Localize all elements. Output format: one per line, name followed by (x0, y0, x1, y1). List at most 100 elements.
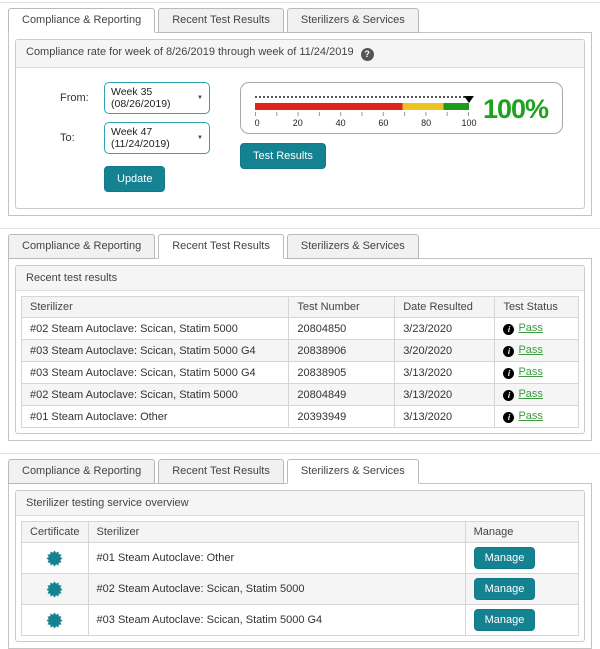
sterilizer-cell: #01 Steam Autoclave: Other (22, 406, 289, 428)
table-row: #01 Steam Autoclave: Other 20393949 3/13… (22, 406, 579, 428)
certificate-seal-icon[interactable] (46, 612, 63, 629)
gauge-pointer-icon (464, 96, 474, 103)
from-week-value: Week 35 (08/26/2019) (111, 86, 193, 110)
col-header-date-resulted: Date Resulted (395, 297, 495, 318)
table-row: #02 Steam Autoclave: Scican, Statim 5000… (22, 318, 579, 340)
tab-recent-test-results[interactable]: Recent Test Results (158, 234, 284, 259)
sterilizer-cell: #01 Steam Autoclave: Other (88, 543, 465, 574)
tab-recent-test-results[interactable]: Recent Test Results (158, 8, 284, 33)
sterilizer-cell: #02 Steam Autoclave: Scican, Statim 5000 (22, 318, 289, 340)
date-resulted-cell: 3/13/2020 (395, 362, 495, 384)
manage-cell: Manage (465, 605, 578, 636)
recent-tests-header: Recent test results (16, 266, 584, 291)
to-week-value: Week 47 (11/24/2019) (111, 126, 193, 150)
chevron-down-icon: ▼ (197, 135, 203, 141)
manage-button[interactable]: Manage (474, 547, 536, 569)
test-status-cell: i Pass (495, 362, 579, 384)
sterilizer-cell: #03 Steam Autoclave: Scican, Statim 5000… (22, 362, 289, 384)
compliance-panel: Compliance rate for week of 8/26/2019 th… (8, 32, 592, 216)
manage-cell: Manage (465, 543, 578, 574)
sterilizer-cell: #02 Steam Autoclave: Scican, Statim 5000 (22, 384, 289, 406)
compliance-widget: Compliance & Reporting Recent Test Resul… (0, 2, 600, 216)
certificate-seal-icon[interactable] (46, 550, 63, 567)
table-row: #03 Steam Autoclave: Scican, Statim 5000… (22, 605, 579, 636)
test-number-cell: 20804849 (289, 384, 395, 406)
test-results-button[interactable]: Test Results (240, 143, 326, 169)
tab-recent-test-results[interactable]: Recent Test Results (158, 459, 284, 484)
pass-link[interactable]: Pass (518, 322, 542, 334)
update-button[interactable]: Update (104, 166, 165, 192)
pass-link[interactable]: Pass (518, 344, 542, 356)
col-header-sterilizer: Sterilizer (22, 297, 289, 318)
date-resulted-cell: 3/23/2020 (395, 318, 495, 340)
gauge-color-bar (255, 103, 469, 110)
col-header-test-number: Test Number (289, 297, 395, 318)
certificate-cell (22, 605, 89, 636)
tabbar: Compliance & Reporting Recent Test Resul… (8, 234, 592, 259)
test-status-cell: i Pass (495, 384, 579, 406)
tab-compliance-reporting[interactable]: Compliance & Reporting (8, 8, 155, 33)
test-number-cell: 20804850 (289, 318, 395, 340)
tick-label: 60 (378, 118, 388, 128)
table-row: #03 Steam Autoclave: Scican, Statim 5000… (22, 362, 579, 384)
info-icon[interactable]: i (503, 368, 514, 379)
gauge-target-line (255, 96, 469, 98)
tabbar: Compliance & Reporting Recent Test Resul… (8, 8, 592, 33)
recent-tests-widget: Compliance & Reporting Recent Test Resul… (0, 228, 600, 441)
compliance-rate-title: Compliance rate for week of 8/26/2019 th… (26, 46, 354, 58)
gauge-tick-labels: 0 20 40 60 80 100 (255, 118, 469, 129)
test-status-cell: i Pass (495, 340, 579, 362)
tab-sterilizers-services[interactable]: Sterilizers & Services (287, 8, 419, 33)
info-icon[interactable]: i (503, 324, 514, 335)
recent-tests-panel: Recent test results Sterilizer Test Numb… (8, 258, 592, 441)
tab-sterilizers-services[interactable]: Sterilizers & Services (287, 234, 419, 259)
tick-label: 20 (293, 118, 303, 128)
test-number-cell: 20838906 (289, 340, 395, 362)
compliance-rate-header: Compliance rate for week of 8/26/2019 th… (16, 40, 584, 68)
manage-button[interactable]: Manage (474, 609, 536, 631)
gauge-column: 0 20 40 60 80 100 100% Test Results (240, 82, 563, 192)
from-label: From: (60, 92, 104, 104)
sterilizers-panel: Sterilizer testing service overview Cert… (8, 483, 592, 649)
info-icon[interactable]: i (503, 346, 514, 357)
certificate-cell (22, 543, 89, 574)
tab-compliance-reporting[interactable]: Compliance & Reporting (8, 459, 155, 484)
pass-link[interactable]: Pass (518, 410, 542, 422)
sterilizers-header: Sterilizer testing service overview (16, 491, 584, 516)
certificate-cell (22, 574, 89, 605)
table-row: #03 Steam Autoclave: Scican, Statim 5000… (22, 340, 579, 362)
compliance-box: Compliance rate for week of 8/26/2019 th… (15, 39, 585, 209)
date-resulted-cell: 3/13/2020 (395, 406, 495, 428)
tick-label: 0 (255, 118, 260, 128)
tick-label: 80 (421, 118, 431, 128)
tab-compliance-reporting[interactable]: Compliance & Reporting (8, 234, 155, 259)
col-header-test-status: Test Status (495, 297, 579, 318)
to-week-select[interactable]: Week 47 (11/24/2019) ▼ (104, 122, 210, 154)
col-header-manage: Manage (465, 522, 578, 543)
date-resulted-cell: 3/20/2020 (395, 340, 495, 362)
table-row: #01 Steam Autoclave: Other Manage (22, 543, 579, 574)
compliance-gauge: 0 20 40 60 80 100 100% (240, 82, 563, 134)
tick-label: 40 (336, 118, 346, 128)
tab-sterilizers-services[interactable]: Sterilizers & Services (287, 459, 419, 484)
certificate-seal-icon[interactable] (46, 581, 63, 598)
sterilizer-cell: #02 Steam Autoclave: Scican, Statim 5000 (88, 574, 465, 605)
table-header-row: Sterilizer Test Number Date Resulted Tes… (22, 297, 579, 318)
sterilizer-cell: #03 Steam Autoclave: Scican, Statim 5000… (22, 340, 289, 362)
from-week-select[interactable]: Week 35 (08/26/2019) ▼ (104, 82, 210, 114)
compliance-rate-value: 100% (483, 94, 548, 125)
gauge-tick-marks (255, 112, 469, 116)
recent-tests-box: Recent test results Sterilizer Test Numb… (15, 265, 585, 434)
table-header-row: Certificate Sterilizer Manage (22, 522, 579, 543)
help-icon[interactable]: ? (361, 48, 374, 61)
pass-link[interactable]: Pass (518, 388, 542, 400)
info-icon[interactable]: i (503, 390, 514, 401)
test-status-cell: i Pass (495, 318, 579, 340)
tabbar: Compliance & Reporting Recent Test Resul… (8, 459, 592, 484)
date-resulted-cell: 3/13/2020 (395, 384, 495, 406)
test-number-cell: 20838905 (289, 362, 395, 384)
info-icon[interactable]: i (503, 412, 514, 423)
pass-link[interactable]: Pass (518, 366, 542, 378)
compliance-body: From: Week 35 (08/26/2019) ▼ To: Week 47… (16, 68, 584, 208)
manage-button[interactable]: Manage (474, 578, 536, 600)
